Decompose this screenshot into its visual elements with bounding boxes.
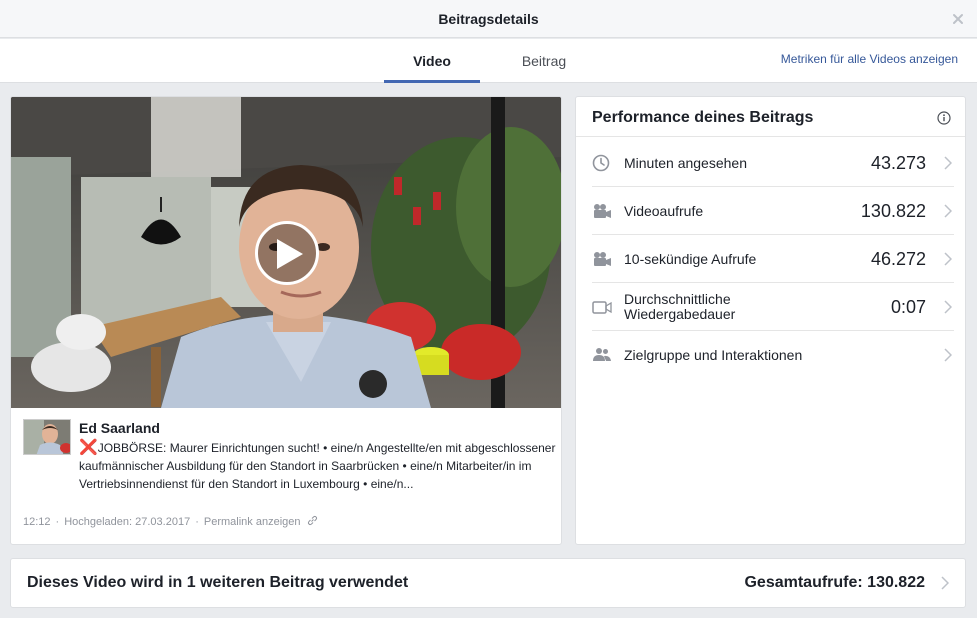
post-text: ❌JOBBÖRSE: Maurer Einrichtungen sucht! •… (79, 439, 559, 493)
metric-label: Durchschnittliche Wiedergabedauer (624, 291, 736, 322)
all-videos-metrics-link[interactable]: Metriken für alle Videos anzeigen (781, 39, 958, 79)
tab-post[interactable]: Beitrag (500, 39, 588, 83)
separator-dot: · (55, 516, 60, 528)
people-icon (593, 348, 611, 361)
performance-card: Performance deines Beitrags Minuten ange… (575, 96, 966, 545)
video-camera-icon (594, 252, 611, 266)
post-body: JOBBÖRSE: Maurer Einrichtungen sucht! • … (79, 441, 556, 491)
chevron-right-icon (944, 204, 952, 218)
chevron-right-icon (944, 300, 952, 314)
reuse-text: Dieses Video wird in 1 weiteren Beitrag … (27, 574, 409, 591)
dialog-titlebar: Beitragsdetails (0, 0, 977, 38)
chevron-right-icon (941, 576, 949, 590)
avatar-image (24, 420, 70, 454)
metric-value: 43.273 (870, 153, 926, 173)
page-name[interactable]: Ed Saarland (79, 419, 160, 437)
avatar[interactable] (23, 419, 71, 455)
metric-row-minutes-viewed[interactable]: Minuten angesehen 43.273 (592, 139, 954, 187)
metric-value: 0:07 (890, 297, 926, 317)
metric-value: 46.272 (870, 249, 926, 269)
video-duration: 12:12 (23, 516, 51, 528)
tab-video[interactable]: Video (384, 39, 480, 83)
dialog-title: Beitragsdetails (438, 11, 539, 27)
play-button[interactable] (255, 221, 319, 285)
video-camera-icon (594, 204, 611, 218)
metric-row-average-watch-time[interactable]: Durchschnittliche Wiedergabedauer 0:07 (592, 283, 954, 331)
metric-label: Videoaufrufe (624, 202, 704, 219)
separator-dot: · (195, 516, 199, 528)
total-views: Gesamtaufrufe: 130.822 (744, 574, 925, 591)
cross-mark-icon: ❌ (79, 439, 98, 456)
video-duration-icon (592, 301, 612, 314)
metric-value: 130.822 (860, 201, 926, 221)
play-icon (277, 239, 303, 269)
post-meta: 12:12 · Hochgeladen: 27.03.2017 · Permalink … (23, 515, 318, 529)
metric-row-video-views[interactable]: Videoaufrufe 130.822 (592, 187, 954, 235)
chevron-right-icon (944, 252, 952, 266)
video-reuse-bar[interactable]: Dieses Video wird in 1 weiteren Beitrag … (10, 558, 966, 608)
performance-header: Performance deines Beitrags (576, 97, 965, 137)
tab-bar: Video Beitrag Metriken für alle Videos a… (0, 39, 977, 83)
video-card: Ed Saarland ❌JOBBÖRSE: Maurer Einrichtun… (10, 96, 562, 545)
performance-title: Performance deines Beitrags (592, 109, 814, 126)
link-icon[interactable] (307, 515, 318, 526)
video-thumbnail[interactable] (11, 97, 561, 408)
upload-date: Hochgeladen: 27.03.2017 (64, 516, 191, 528)
metric-row-audience-engagement[interactable]: Zielgruppe und Interaktionen (592, 331, 954, 379)
info-icon[interactable] (937, 111, 951, 125)
close-icon[interactable] (949, 10, 967, 28)
metric-label: 10-sekündige Aufrufe (624, 250, 757, 267)
metric-row-10-second-views[interactable]: 10-sekündige Aufrufe 46.272 (592, 235, 954, 283)
permalink-link[interactable]: Permalink anzeigen (204, 516, 301, 528)
chevron-right-icon (944, 156, 952, 170)
chevron-right-icon (944, 348, 952, 362)
metric-label: Minuten angesehen (624, 154, 747, 171)
clock-icon (592, 154, 610, 172)
metric-label: Zielgruppe und Interaktionen (624, 346, 803, 363)
